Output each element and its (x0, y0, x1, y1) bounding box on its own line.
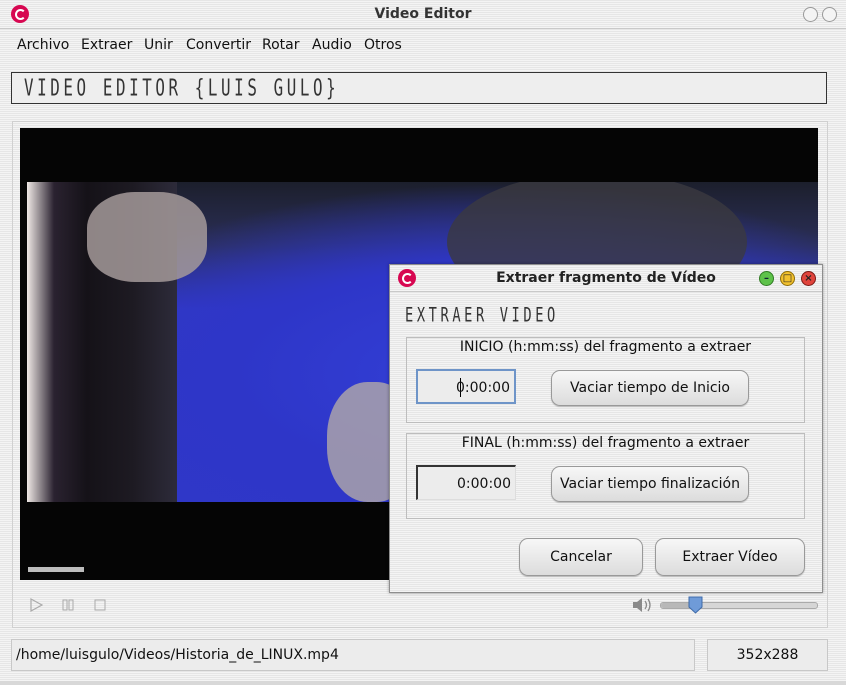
clear-start-time-button[interactable]: Vaciar tiempo de Inicio (551, 370, 749, 406)
extract-dialog: Extraer fragmento de Vídeo – □ × EXTRAER… (389, 264, 823, 593)
menu-convertir[interactable]: Convertir (186, 37, 251, 53)
clear-end-time-button[interactable]: Vaciar tiempo finalización (551, 466, 749, 502)
volume-slider[interactable] (660, 602, 818, 609)
banner-text: VIDEO EDITOR {LUIS GULO} (24, 75, 340, 102)
menu-rotar[interactable]: Rotar (262, 37, 300, 53)
menu-otros[interactable]: Otros (364, 37, 402, 53)
dialog-title: Extraer fragmento de Vídeo (496, 270, 716, 286)
resolution-text: 352x288 (736, 647, 799, 663)
file-path-text: /home/luisgulo/Videos/Historia_de_LINUX.… (16, 647, 339, 663)
start-time-value: 0:00:00 (456, 380, 510, 396)
seek-bar-fill (28, 567, 84, 572)
window-bottom-border (0, 681, 846, 685)
window-titlebar[interactable]: Video Editor (0, 0, 846, 29)
menu-audio[interactable]: Audio (312, 37, 352, 53)
stop-icon[interactable] (93, 598, 107, 612)
menu-bar: Archivo Extraer Unir Convertir Rotar Aud… (0, 29, 846, 61)
resolution-field: 352x288 (707, 639, 828, 671)
start-time-group: INICIO (h:mm:ss) del fragmento a extraer… (406, 337, 805, 423)
window-minimize-icon[interactable] (803, 7, 818, 22)
start-time-legend: INICIO (h:mm:ss) del fragmento a extraer (459, 339, 752, 355)
file-path-field: /home/luisgulo/Videos/Historia_de_LINUX.… (11, 639, 695, 671)
dialog-minimize-icon[interactable]: – (759, 271, 774, 286)
play-icon[interactable] (29, 597, 44, 613)
menu-archivo[interactable]: Archivo (17, 37, 69, 53)
seek-bar[interactable] (20, 558, 390, 580)
pause-icon[interactable] (61, 598, 75, 612)
dialog-maximize-icon[interactable]: □ (780, 271, 795, 286)
volume-slider-handle[interactable] (688, 596, 703, 614)
cancel-button[interactable]: Cancelar (519, 538, 643, 576)
dialog-heading: EXTRAER VIDEO (405, 303, 559, 327)
end-time-input[interactable]: 0:00:00 (416, 465, 516, 500)
menu-unir[interactable]: Unir (144, 37, 173, 53)
dialog-titlebar[interactable]: Extraer fragmento de Vídeo – □ × (390, 265, 822, 292)
end-time-group: FINAL (h:mm:ss) del fragmento a extraer … (406, 433, 805, 519)
extract-video-button[interactable]: Extraer Vídeo (655, 538, 805, 576)
window-title: Video Editor (374, 6, 472, 22)
dialog-close-icon[interactable]: × (801, 271, 816, 286)
end-time-value: 0:00:00 (457, 476, 511, 492)
app-banner: VIDEO EDITOR {LUIS GULO} (11, 72, 827, 104)
menu-extraer[interactable]: Extraer (81, 37, 132, 53)
volume-icon[interactable] (631, 596, 653, 614)
window-maximize-icon[interactable] (822, 7, 837, 22)
end-time-legend: FINAL (h:mm:ss) del fragmento a extraer (461, 435, 750, 451)
start-time-input[interactable]: 0:00:00 (416, 369, 516, 404)
